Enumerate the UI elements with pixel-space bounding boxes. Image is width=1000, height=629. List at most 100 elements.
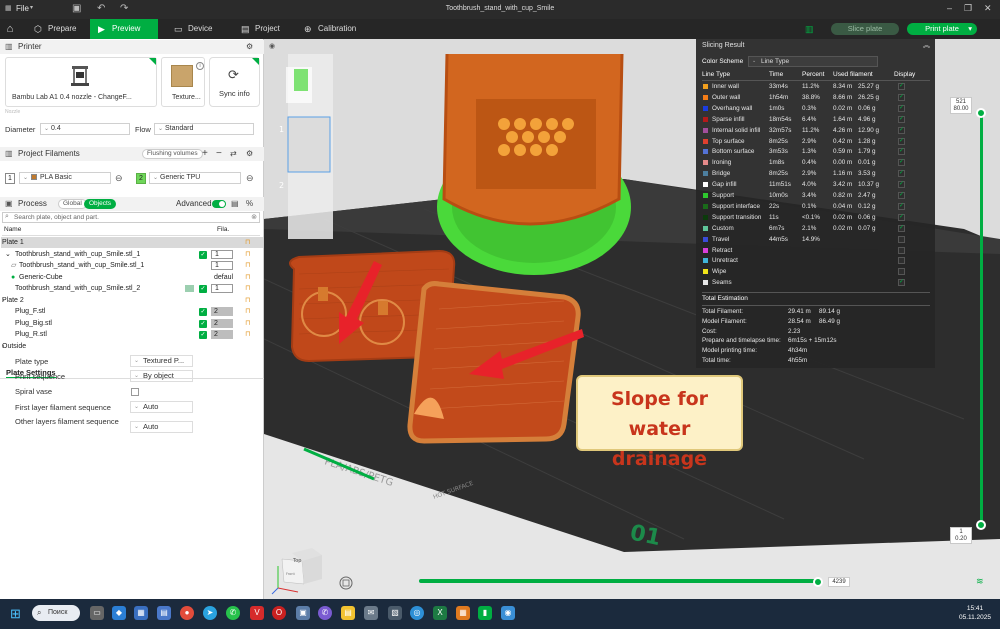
filament-index-box[interactable]: 2 (211, 330, 233, 339)
restore-button[interactable]: ❐ (964, 3, 972, 14)
clear-search-icon[interactable]: ⊗ (251, 213, 257, 221)
tab-device[interactable]: ▭ Device (166, 19, 232, 39)
diameter-select[interactable]: ⌄ 0.4 (40, 123, 130, 135)
visibility-checkbox[interactable]: ✓ (199, 250, 207, 259)
remove-filament-icon[interactable]: ⊖ (246, 173, 254, 184)
chevron-down-icon[interactable]: ▾ (968, 23, 972, 35)
object-search[interactable]: ⌕ Search plate, object and part. ⊗ (2, 212, 260, 223)
display-checkbox[interactable] (898, 257, 905, 265)
visibility-checkbox[interactable]: ✓ (199, 285, 207, 293)
bambu-studio-icon[interactable]: ▮ (478, 606, 492, 620)
add-icon[interactable]: + (202, 147, 208, 161)
calculator-icon[interactable]: ▦ (134, 606, 148, 620)
sync-filament-icon[interactable]: ⇄ (230, 147, 237, 161)
tree-row[interactable]: Plate 1 ⊓ (1, 237, 263, 248)
collapse-icon[interactable]: ︽ (923, 39, 930, 52)
objects-tab[interactable]: Objects (84, 199, 117, 209)
lock-icon[interactable]: ⊓ (245, 237, 250, 248)
display-checkbox[interactable]: ✓ (898, 181, 905, 189)
tree-row[interactable]: Plug_R.stl ✓ 2 ⊓ (1, 329, 263, 340)
tab-calibration[interactable]: ⊕ Calibration (296, 19, 366, 39)
lock-icon[interactable]: ⊓ (245, 272, 250, 283)
tree-row[interactable]: › Plate 2 ⊓ (1, 295, 263, 306)
display-checkbox[interactable]: ✓ (898, 279, 905, 287)
display-checkbox[interactable]: ✓ (898, 224, 905, 232)
copilot-icon[interactable]: ◆ (112, 606, 126, 620)
task-view-icon[interactable]: ▭ (90, 606, 104, 620)
display-checkbox[interactable]: ✓ (898, 83, 905, 90)
filament-select-2[interactable]: ⌄ Generic TPU (149, 172, 241, 184)
minimize-button[interactable]: – (947, 3, 952, 13)
viber-icon[interactable]: ✆ (318, 606, 332, 620)
lock-icon[interactable]: ⊓ (245, 329, 250, 340)
filament-select-1[interactable]: ⌄ PLA Basic (19, 172, 111, 184)
filament-index-box[interactable]: defaul (211, 273, 233, 282)
display-checkbox[interactable]: ✓ (898, 115, 905, 123)
plate-setting-select[interactable]: ⌄ Textured P... (130, 355, 193, 367)
taskbar-search[interactable]: ⌕ Поиск (32, 605, 80, 621)
excel-icon[interactable]: X (433, 606, 447, 620)
layers-icon[interactable]: ≋ (976, 576, 984, 587)
display-checkbox[interactable]: ✓ (898, 93, 905, 101)
layer-slider-track[interactable] (980, 112, 983, 527)
app-orange-icon[interactable]: ▦ (456, 606, 470, 620)
lock-icon[interactable]: ⊓ (245, 306, 250, 317)
info-icon[interactable]: i (196, 62, 204, 70)
color-scheme-select[interactable]: ⌄ Line Type (748, 56, 878, 67)
plate-setting-select[interactable]: ⌄ By object (130, 370, 193, 382)
copy-settings-icon[interactable]: ▤ (231, 197, 239, 211)
lock-icon[interactable]: ⊓ (245, 295, 250, 306)
display-checkbox[interactable] (898, 268, 905, 276)
tab-prepare[interactable]: ⬡ Prepare (26, 19, 90, 39)
tree-row[interactable]: Plug_Big.stl ✓ 2 ⊓ (1, 318, 263, 329)
whatsapp-icon[interactable]: ✆ (226, 606, 240, 620)
remove-icon[interactable]: − (216, 147, 222, 161)
display-checkbox[interactable]: ✓ (898, 148, 905, 156)
home-icon[interactable]: ⌂ (0, 19, 20, 39)
lock-icon[interactable]: ⊓ (245, 283, 250, 294)
move-slider-handle[interactable] (813, 577, 823, 587)
tab-project[interactable]: ▤ Project (233, 19, 291, 39)
start-icon[interactable]: ⊞ (10, 607, 24, 621)
plate-setting-select[interactable]: ⌄ Auto (130, 401, 193, 413)
tree-row[interactable]: › Outside (1, 341, 263, 352)
tree-row[interactable]: ● Generic-Cube defaul ⊓ (1, 272, 263, 283)
tree-row[interactable]: ▱ Toothbrush_stand_with_cup_Smile.stl_1 1 ⊓ (1, 260, 263, 271)
eye-icon[interactable]: ◉ (269, 42, 275, 50)
lock-icon[interactable]: ⊓ (245, 260, 250, 271)
sidebar-toggle-icon[interactable]: ▥ (805, 24, 814, 35)
explorer-icon[interactable]: ▣ (296, 606, 310, 620)
flow-select[interactable]: ⌄ Standard (154, 123, 254, 135)
filament-index-box[interactable]: 1 (211, 284, 233, 293)
chevron-down-icon[interactable]: ⌄ (5, 249, 11, 260)
lock-icon[interactable]: ⊓ (245, 249, 250, 260)
percent-icon[interactable]: % (246, 197, 253, 211)
remove-filament-icon[interactable]: ⊖ (115, 173, 123, 184)
tree-row[interactable]: ⌄ Toothbrush_stand_with_cup_Smile.stl_1 ✓ 1… (1, 249, 263, 260)
layer-slider-bottom-handle[interactable] (976, 520, 986, 530)
chrome-icon[interactable]: ● (180, 606, 194, 620)
plate-setting-select[interactable]: ⌄ Auto (130, 421, 193, 433)
printer-card[interactable]: Bambu Lab A1 0.4 nozzle - ChangeF... (5, 57, 157, 107)
move-slider-track[interactable] (419, 579, 821, 583)
tree-row[interactable]: Toothbrush_stand_with_cup_Smile.stl_2 ✓ 1 ⊓ (1, 283, 263, 294)
display-checkbox[interactable]: ✓ (898, 104, 905, 112)
display-checkbox[interactable]: ✓ (898, 126, 905, 134)
gear-icon[interactable]: ⚙ (246, 40, 253, 54)
vivaldi-icon[interactable]: V (250, 606, 264, 620)
display-checkbox[interactable]: ✓ (898, 159, 905, 167)
sticky-notes-icon[interactable]: ▤ (341, 606, 355, 620)
spiral-vase-checkbox[interactable] (131, 388, 139, 396)
tree-row[interactable]: Plug_F.stl ✓ 2 ⊓ (1, 306, 263, 317)
visibility-checkbox[interactable]: ✓ (199, 331, 207, 339)
slice-plate-button[interactable]: Slice plate (831, 23, 899, 35)
tab-preview[interactable]: ▶ Preview (90, 19, 158, 39)
edge-icon[interactable]: ◎ (410, 606, 424, 620)
mail-icon[interactable]: ✉ (364, 606, 378, 620)
photos-icon[interactable]: ▧ (388, 606, 402, 620)
filament-index-box[interactable]: 2 (211, 318, 233, 328)
filament-index-box[interactable]: 2 (211, 307, 233, 316)
display-checkbox[interactable] (898, 246, 905, 254)
layer-slider-top-handle[interactable] (976, 108, 986, 118)
lock-icon[interactable]: ⊓ (245, 318, 250, 329)
